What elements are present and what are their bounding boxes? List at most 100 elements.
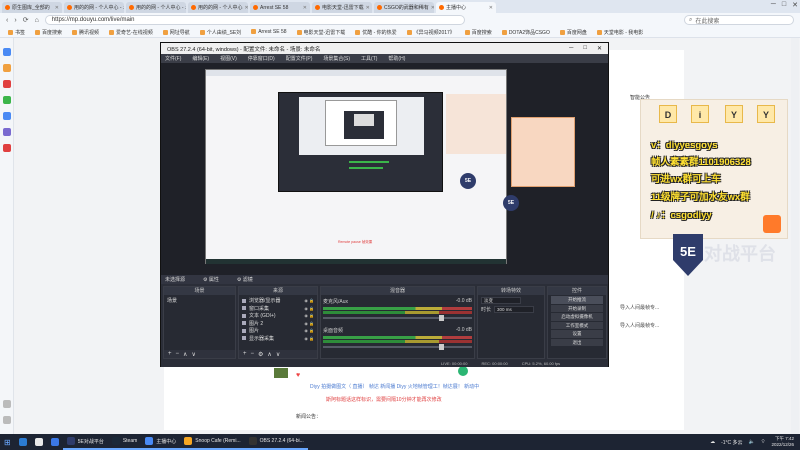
browser-tab[interactable]: CSGO的武器和稀有 ✕: [374, 2, 434, 13]
heart-icon[interactable]: ♥: [296, 372, 300, 379]
source-item[interactable]: 浏览器/显示器 ◉ 🔒: [242, 297, 314, 305]
move-up-button[interactable]: ∧: [267, 351, 271, 358]
visibility-icon[interactable]: ◉ 🔒: [304, 328, 314, 333]
cover-thumbnail[interactable]: [274, 368, 288, 378]
scene-item[interactable]: 场景: [167, 297, 232, 305]
browser-tab[interactable]: Arrest SE 58 ✕: [250, 2, 310, 13]
obs-menu-item[interactable]: 编辑(E): [192, 55, 209, 62]
transition-type-select[interactable]: 淡变: [481, 297, 521, 304]
obs-menu-item[interactable]: 停靠窗口(D): [248, 55, 275, 62]
visibility-icon[interactable]: ◉ 🔒: [304, 336, 314, 341]
taskbar-app[interactable]: OBS 27.2.4 (64-bi...: [244, 434, 308, 450]
visibility-icon[interactable]: ◉ 🔒: [304, 306, 314, 311]
control-button[interactable]: 设置: [551, 330, 603, 338]
page-scrollbar[interactable]: [791, 38, 799, 434]
taskbar-app[interactable]: 5E对战平台: [62, 434, 108, 450]
tab-close-icon[interactable]: ✕: [431, 5, 434, 11]
obs-menu-item[interactable]: 工具(T): [361, 55, 377, 62]
control-button[interactable]: 开始录制: [551, 304, 603, 312]
obs-menu-item[interactable]: 帮助(H): [388, 55, 405, 62]
search-input[interactable]: ⌕ 在此搜索: [684, 15, 794, 25]
taskbar-app[interactable]: [31, 434, 47, 450]
bookmark-link[interactable]: Arrest SE 58: [251, 29, 286, 35]
play-icon[interactable]: [458, 366, 468, 376]
bookmark-link[interactable]: 书签: [8, 29, 25, 36]
tab-close-icon[interactable]: ✕: [303, 5, 307, 11]
obs-close-button[interactable]: ✕: [597, 45, 602, 52]
browser-tab[interactable]: 用的的网 - 个人中心 - 斗鱼✕: [126, 2, 186, 13]
properties-button[interactable]: ⚙ 属性: [203, 276, 219, 283]
duration-input[interactable]: 300 ms: [494, 306, 535, 313]
filters-button[interactable]: ⚙ 滤镜: [237, 276, 253, 283]
taskbar-app[interactable]: 主播中心: [141, 434, 181, 450]
clock[interactable]: 下午 7:42 2022/12/26: [771, 436, 794, 448]
start-button[interactable]: ⊞: [0, 434, 15, 450]
taskbar-app[interactable]: [15, 434, 31, 450]
bookmark-link[interactable]: 电影天堂-迅雷下载: [297, 29, 346, 36]
sidebar-icon-7[interactable]: [3, 144, 11, 152]
browser-tab[interactable]: 主播中心 ✕: [436, 2, 496, 13]
browser-tab[interactable]: 原生图库_全部的 ✕: [2, 2, 62, 13]
weather-label[interactable]: -1°C 多云: [721, 439, 742, 446]
network-icon[interactable]: ⌔: [761, 439, 766, 445]
source-item[interactable]: 显示器采集 ◉ 🔒: [242, 335, 314, 343]
bookmark-link[interactable]: 网址导航: [163, 29, 190, 36]
volume-slider[interactable]: [323, 315, 472, 321]
close-button[interactable]: ✕: [792, 1, 798, 9]
sidebar-icon-2[interactable]: [3, 64, 11, 72]
visibility-icon[interactable]: ◉ 🔒: [304, 313, 314, 318]
taskbar-app[interactable]: Snoop Cafe (Remi...: [180, 434, 245, 450]
right-list-item[interactable]: 导入人间最帧专...: [620, 322, 659, 329]
bookmark-link[interactable]: 百度搜索: [35, 29, 62, 36]
sidebar-icon-1[interactable]: [3, 48, 11, 56]
browser-tab[interactable]: 用的的网 - 个人中心 - 斗鱼✕: [64, 2, 124, 13]
minimize-button[interactable]: ─: [771, 1, 776, 9]
visibility-icon[interactable]: ◉ 🔒: [304, 321, 314, 326]
sidebar-icon-5[interactable]: [3, 112, 11, 120]
browser-tab[interactable]: 用的的网 - 个人中心 ✕: [188, 2, 248, 13]
add-scene-button[interactable]: +: [168, 351, 172, 357]
visibility-icon[interactable]: ◉ 🔒: [304, 298, 314, 303]
sidebar-icon-3[interactable]: [3, 80, 11, 88]
sidebar-settings-icon[interactable]: [3, 416, 11, 424]
forward-button[interactable]: ›: [14, 17, 16, 24]
bookmark-link[interactable]: 个人由绩_SE刘: [200, 29, 241, 36]
bookmark-link[interactable]: 优酷 - 你的热爱: [355, 29, 396, 36]
obs-maximize-button[interactable]: □: [583, 45, 587, 52]
bookmark-link[interactable]: 百度网盘: [560, 29, 587, 36]
remove-scene-button[interactable]: −: [176, 351, 180, 357]
source-item[interactable]: 窗口采集 ◉ 🔒: [242, 305, 314, 313]
url-input[interactable]: https://mp.douyu.com/live/main: [44, 15, 465, 25]
maximize-button[interactable]: □: [782, 1, 786, 9]
obs-menu-item[interactable]: 配置文件(P): [286, 55, 313, 62]
obs-menu-item[interactable]: 文件(F): [165, 55, 181, 62]
control-button[interactable]: 开始推流: [551, 296, 603, 304]
taskbar-app[interactable]: Steam: [107, 434, 142, 450]
source-item[interactable]: 文本 (GDI+) ◉ 🔒: [242, 312, 314, 320]
tab-close-icon[interactable]: ✕: [55, 5, 59, 11]
tab-close-icon[interactable]: ✕: [366, 5, 370, 11]
bookmark-link[interactable]: 天堂电影 - 我电影: [597, 29, 643, 36]
bookmark-link[interactable]: DOTA2饰品CSGO: [502, 29, 550, 36]
refresh-button[interactable]: ⟳: [23, 16, 29, 24]
bookmark-link[interactable]: 百度搜索: [465, 29, 492, 36]
control-button[interactable]: 启动虚拟摄像机: [551, 313, 603, 321]
move-down-button[interactable]: ∨: [191, 351, 195, 358]
sidebar-icon-6[interactable]: [3, 128, 11, 136]
control-button[interactable]: 工作室模式: [551, 321, 603, 329]
obs-menu-item[interactable]: 视图(V): [220, 55, 237, 62]
obs-minimize-button[interactable]: ─: [569, 45, 573, 52]
source-settings-icon[interactable]: ⚙: [258, 351, 263, 358]
volume-handle[interactable]: [439, 344, 444, 350]
home-button[interactable]: ⌂: [35, 17, 39, 24]
bookmark-link[interactable]: 爱奇艺-在线视频: [109, 29, 153, 36]
move-up-button[interactable]: ∧: [183, 351, 187, 358]
remove-source-button[interactable]: −: [251, 351, 255, 357]
right-list-item[interactable]: 导入人间最帧专...: [620, 304, 659, 311]
obs-preview[interactable]: 5E Remote pause 帧效果 5E: [161, 63, 608, 275]
volume-icon[interactable]: 🔈: [749, 439, 755, 445]
bookmark-link[interactable]: 《异马视频2017》: [407, 29, 455, 36]
bookmark-link[interactable]: 腾讯视频: [72, 29, 99, 36]
taskbar-app[interactable]: [47, 434, 63, 450]
tab-close-icon[interactable]: ✕: [244, 5, 248, 11]
